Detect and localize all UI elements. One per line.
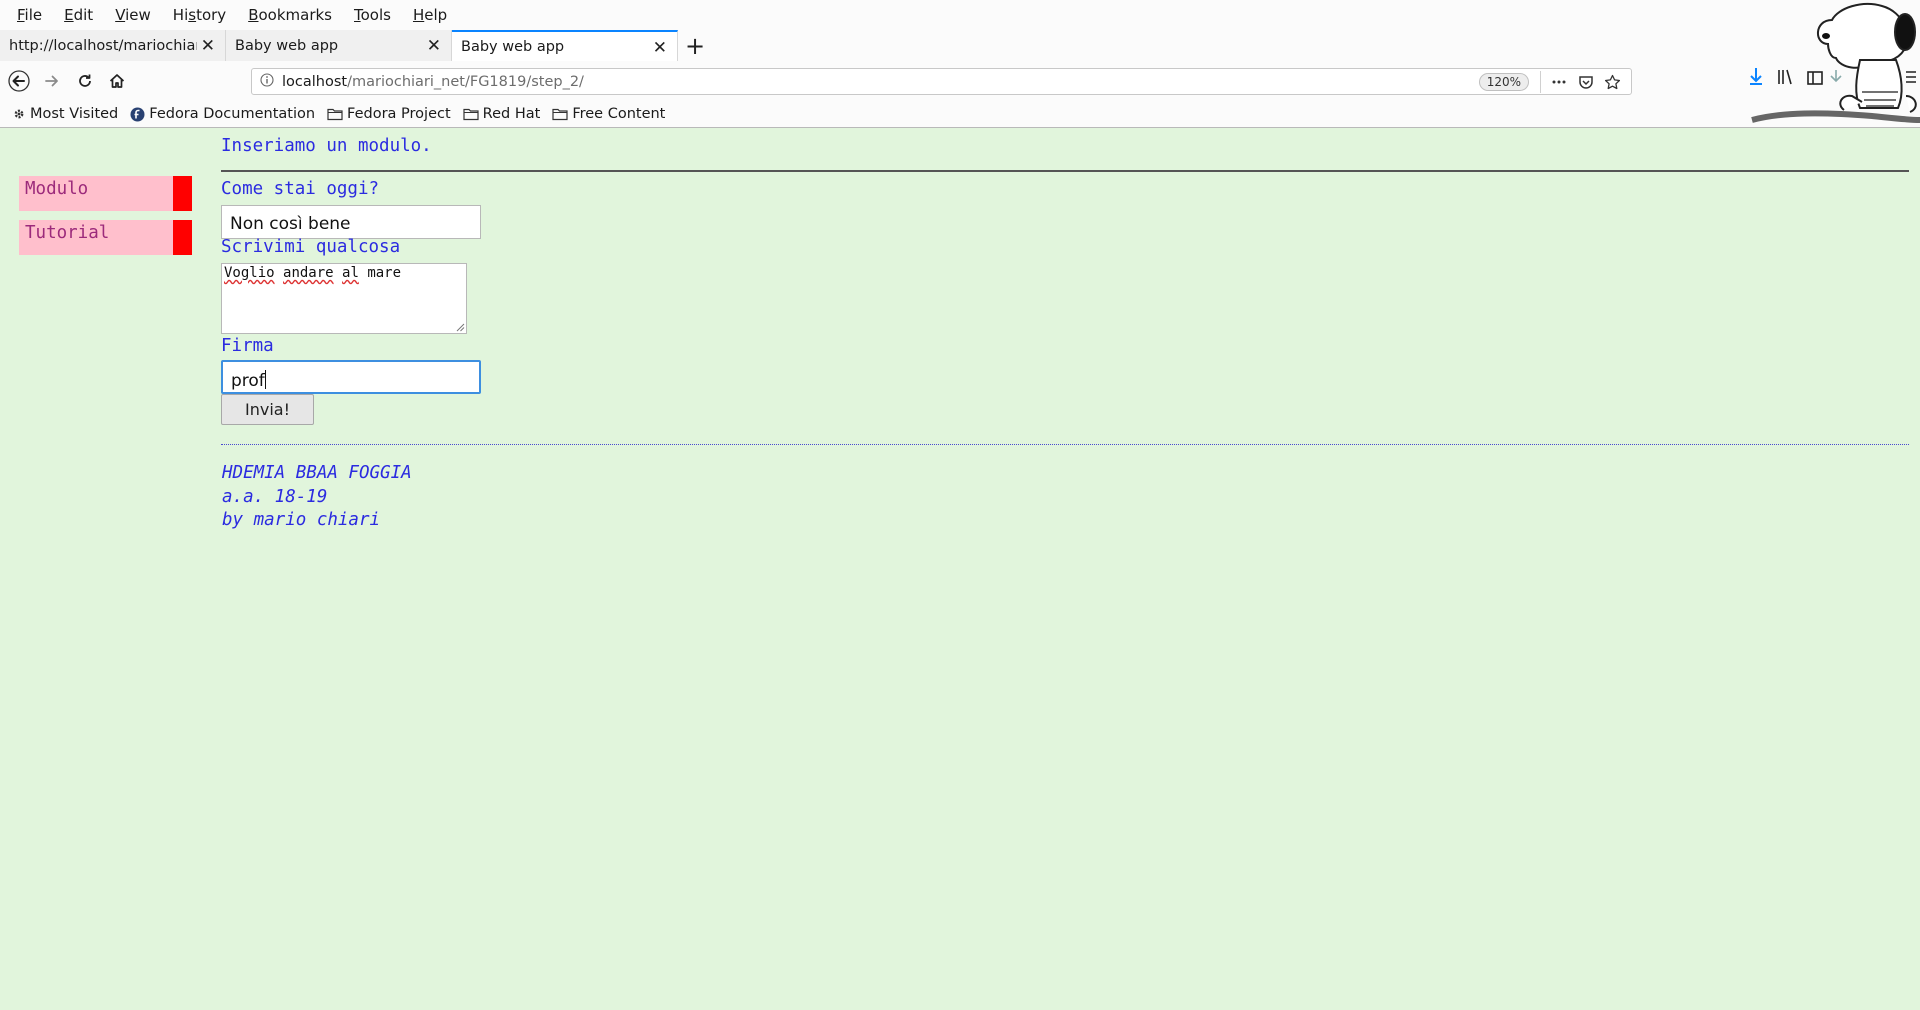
signature-value: prof <box>231 371 265 391</box>
menu-history[interactable]: History <box>162 6 237 24</box>
home-button[interactable] <box>103 67 131 95</box>
tab-bar: http://localhost/mariochiari_ ✕ Baby web… <box>0 30 1920 61</box>
bookmark-most-visited[interactable]: Most Visited <box>12 106 118 122</box>
reload-icon <box>79 74 91 87</box>
new-tab-button[interactable]: + <box>678 30 712 61</box>
tab-baby-web-app[interactable]: Baby web app ✕ <box>226 30 452 61</box>
page-intro-text: Inseriamo un modulo. <box>221 136 432 156</box>
menu-bookmarks[interactable]: Bookmarks <box>237 6 343 24</box>
resize-grip-icon[interactable] <box>455 322 465 332</box>
menu-edit[interactable]: Edit <box>53 6 104 24</box>
textarea-word: Voglio <box>224 265 275 281</box>
message-textarea[interactable]: Voglio andare al mare <box>221 263 467 334</box>
bookmark-fedora-project[interactable]: Fedora Project <box>327 106 451 122</box>
sidebar-item-tutorial[interactable]: Tutorial <box>19 220 192 255</box>
textarea-word: mare <box>367 265 402 281</box>
tab-title: Baby web app <box>461 38 565 55</box>
close-icon[interactable]: ✕ <box>201 36 215 56</box>
tab-localhost[interactable]: http://localhost/mariochiari_ ✕ <box>0 30 226 61</box>
signature-input[interactable]: prof <box>221 360 481 394</box>
page-footer: HDEMIA BBAA FOGGIA a.a. 18-19 by mario c… <box>222 462 412 533</box>
submit-button[interactable]: Invia! <box>221 394 314 425</box>
home-icon <box>109 74 125 88</box>
tab-baby-web-app-active[interactable]: Baby web app ✕ <box>452 30 678 61</box>
gear-icon <box>14 109 24 119</box>
folder-icon <box>552 108 568 121</box>
mood-input[interactable]: Non così bene <box>221 205 481 239</box>
menu-view[interactable]: View <box>104 6 162 24</box>
forward-arrow-icon <box>45 75 58 87</box>
footer-line-year: a.a. 18-19 <box>222 486 328 507</box>
bookmark-star-icon[interactable] <box>1602 72 1622 92</box>
bookmark-free-content[interactable]: Free Content <box>552 106 665 122</box>
zoom-level-badge[interactable]: 120% <box>1478 73 1529 91</box>
bookmark-fedora-documentation[interactable]: Fedora Documentation <box>130 106 315 122</box>
page-content: Modulo Tutorial Inseriamo un modulo. Com… <box>0 128 1920 1010</box>
page-actions-icon[interactable] <box>1549 72 1569 92</box>
tab-title: Baby web app <box>235 37 339 54</box>
menu-help[interactable]: Help <box>402 6 458 24</box>
forward-button[interactable] <box>38 67 66 95</box>
bookmark-red-hat[interactable]: Red Hat <box>463 106 540 122</box>
tab-title: http://localhost/mariochiari_ <box>9 37 197 54</box>
footer-line-author: by mario chiari <box>222 510 381 530</box>
menu-tools[interactable]: Tools <box>343 6 402 24</box>
pocket-icon[interactable] <box>1576 72 1596 92</box>
address-bar[interactable]: localhost/mariochiari_net/FG1819/step_2/… <box>251 68 1632 95</box>
close-icon[interactable]: ✕ <box>427 36 441 56</box>
theme-dog-illustration <box>1750 2 1920 123</box>
question-label-message: Scrivimi qualcosa <box>221 237 401 257</box>
sidebar-item-modulo[interactable]: Modulo <box>19 176 192 211</box>
close-icon[interactable]: ✕ <box>653 38 667 58</box>
fedora-icon <box>130 107 145 121</box>
browser-chrome: File Edit View History Bookmarks Tools H… <box>0 0 1920 128</box>
url-text[interactable]: localhost/mariochiari_net/FG1819/step_2/ <box>282 74 584 90</box>
horizontal-divider <box>221 170 1909 172</box>
navigation-toolbar: localhost/mariochiari_net/FG1819/step_2/… <box>0 63 1920 99</box>
info-icon[interactable] <box>252 73 282 90</box>
footer-line-institution: HDEMIA BBAA FOGGIA <box>222 463 412 483</box>
bookmarks-toolbar: Most Visited Fedora Documentation Fedora… <box>0 101 1920 127</box>
menu-file[interactable]: File <box>6 6 53 24</box>
text-caret <box>264 370 266 389</box>
dotted-divider <box>221 444 1909 445</box>
textarea-word: andare <box>283 265 334 281</box>
folder-icon <box>463 108 479 121</box>
back-button[interactable] <box>5 67 33 95</box>
reload-button[interactable] <box>71 67 99 95</box>
folder-icon <box>327 108 343 121</box>
back-arrow-icon <box>8 70 30 92</box>
textarea-word: al <box>342 265 359 281</box>
divider <box>1540 71 1541 93</box>
menu-bar: File Edit View History Bookmarks Tools H… <box>0 0 1920 29</box>
signature-label: Firma <box>221 336 274 356</box>
question-label-mood: Come stai oggi? <box>221 179 380 199</box>
